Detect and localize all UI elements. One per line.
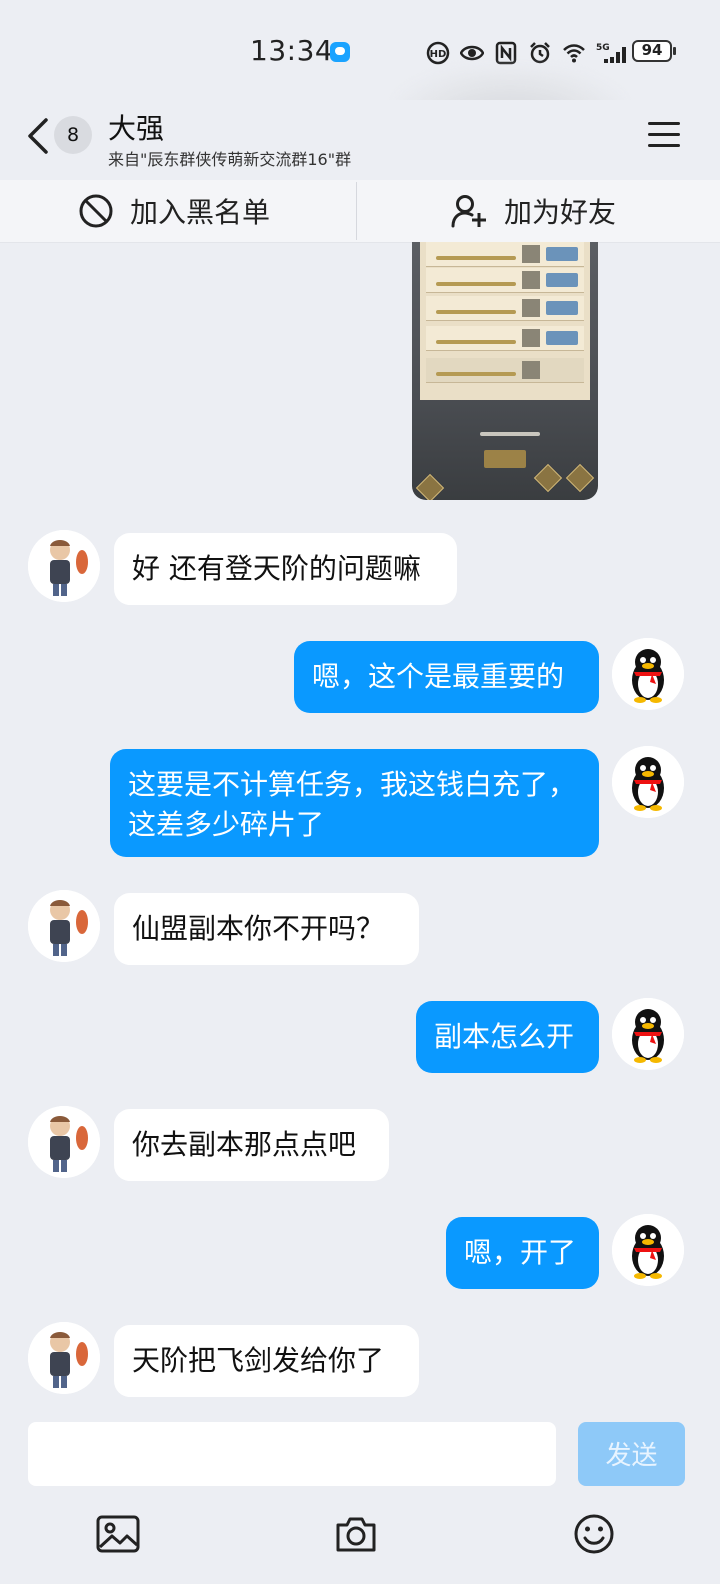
add-user-icon — [451, 195, 486, 228]
emoji-button[interactable] — [572, 1514, 616, 1554]
hd-icon: HD — [426, 41, 450, 65]
penguin-icon — [612, 1214, 684, 1286]
outgoing-message[interactable]: 这要是不计算任务，我这钱白充了，这差多少碎片了 — [110, 749, 599, 857]
unread-count-badge[interactable]: 8 — [54, 116, 92, 154]
system-icons: HD 5G — [426, 38, 630, 68]
game-sword — [480, 432, 540, 436]
divider — [356, 182, 357, 240]
blacklist-label: 加入黑名单 — [130, 196, 271, 229]
smiley-icon — [574, 1514, 614, 1554]
message-input[interactable] — [28, 1422, 556, 1486]
game-icon — [415, 473, 445, 500]
my-avatar[interactable] — [612, 998, 684, 1070]
incoming-message[interactable]: 天阶把飞剑发给你了 — [114, 1325, 419, 1397]
incoming-message[interactable]: 好 还有登天阶的问题嘛 — [114, 533, 457, 605]
contact-name: 大强 — [108, 112, 165, 145]
contact-avatar[interactable] — [28, 1106, 100, 1178]
add-friend-label: 加为好友 — [504, 196, 617, 229]
game-icon — [565, 463, 595, 493]
svg-text:5G: 5G — [596, 43, 610, 53]
battery-indicator: 94 — [632, 40, 676, 62]
input-area: 发送 — [0, 1410, 720, 1584]
game-button — [484, 450, 526, 468]
outgoing-message[interactable]: 副本怎么开 — [416, 1001, 599, 1073]
qq-notification-icon — [330, 42, 350, 62]
chevron-left-icon — [28, 118, 48, 154]
more-menu-button[interactable] — [648, 122, 680, 150]
camera-icon — [336, 1517, 376, 1552]
stranger-action-bar: 加入黑名单 加为好友 — [0, 180, 720, 243]
outgoing-message[interactable]: 嗯，开了 — [446, 1217, 599, 1289]
game-icon — [533, 463, 563, 493]
send-button[interactable]: 发送 — [578, 1422, 685, 1486]
contact-avatar[interactable] — [28, 1322, 100, 1394]
game-task-panel — [420, 242, 590, 400]
penguin-icon — [612, 638, 684, 710]
penguin-icon — [612, 998, 684, 1070]
contact-avatar[interactable] — [28, 890, 100, 962]
my-avatar[interactable] — [612, 746, 684, 818]
image-picker-button[interactable] — [96, 1514, 140, 1554]
outgoing-message[interactable]: 嗯，这个是最重要的 — [294, 641, 599, 713]
clock: 13:34 — [250, 34, 334, 67]
my-avatar[interactable] — [612, 638, 684, 710]
camera-button[interactable] — [334, 1514, 378, 1554]
eye-icon — [459, 41, 485, 65]
penguin-icon — [612, 746, 684, 818]
contact-avatar[interactable] — [28, 530, 100, 602]
nfc-icon — [494, 41, 518, 65]
svg-text:HD: HD — [430, 49, 447, 60]
image-icon — [96, 1515, 140, 1553]
incoming-message[interactable]: 仙盟副本你不开吗？ — [114, 893, 419, 965]
contact-source-group: 来自"辰东群侠传萌新交流群16"群 — [108, 150, 352, 169]
incoming-message[interactable]: 你去副本那点点吧 — [114, 1109, 389, 1181]
block-icon — [79, 194, 113, 228]
my-avatar[interactable] — [612, 1214, 684, 1286]
image-message-game-screenshot[interactable] — [412, 242, 598, 500]
alarm-icon — [528, 41, 552, 65]
add-to-blacklist-button[interactable]: 加入黑名单 — [78, 180, 270, 242]
add-friend-button[interactable]: 加为好友 — [450, 180, 616, 242]
wifi-icon — [562, 41, 586, 65]
back-button[interactable] — [22, 116, 52, 156]
signal-icon: 5G — [596, 41, 630, 65]
